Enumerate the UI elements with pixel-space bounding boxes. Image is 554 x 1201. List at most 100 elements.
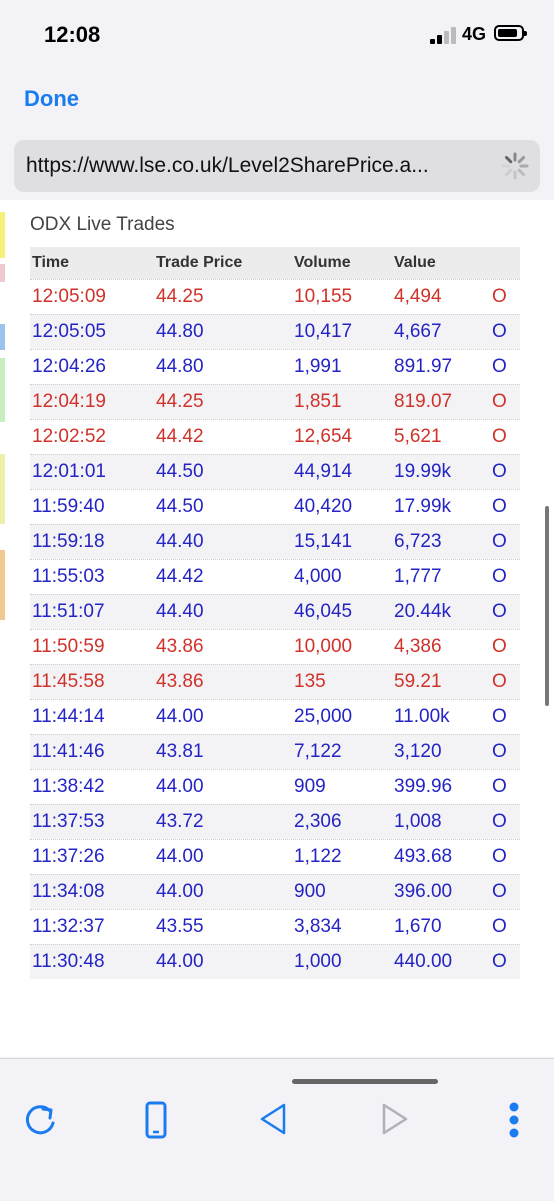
table-row: 11:45:58 43.86 135 59.21 O [30, 664, 520, 699]
trades-title: ODX Live Trades [30, 214, 175, 235]
trade-flag: O [492, 566, 507, 587]
done-button[interactable]: Done [24, 86, 79, 112]
trade-volume: 25,000 [294, 706, 353, 727]
trade-value: 1,777 [394, 566, 442, 587]
phone-icon[interactable] [136, 1099, 176, 1143]
trade-value: 6,723 [394, 531, 442, 552]
trade-volume: 1,851 [294, 391, 342, 412]
trade-time: 11:38:42 [32, 776, 105, 797]
trade-price: 44.00 [156, 776, 204, 797]
trade-volume: 7,122 [294, 741, 342, 762]
table-row: 11:38:42 44.00 909 399.96 O [30, 769, 520, 804]
table-row: 11:34:08 44.00 900 396.00 O [30, 874, 520, 909]
trade-volume: 10,155 [294, 286, 353, 307]
trade-volume: 1,000 [294, 951, 342, 972]
table-row: 11:50:59 43.86 10,000 4,386 O [30, 629, 520, 664]
trade-price: 44.50 [156, 461, 204, 482]
web-page[interactable]: ODX Live Trades Time Trade Price Volume … [0, 200, 554, 1057]
trade-price: 44.42 [156, 566, 204, 587]
trade-flag: O [492, 496, 507, 517]
trade-volume: 909 [294, 776, 326, 797]
table-row: 11:41:46 43.81 7,122 3,120 O [30, 734, 520, 769]
trade-flag: O [492, 706, 507, 727]
trade-price: 44.00 [156, 846, 204, 867]
trade-value: 11.00k [394, 706, 450, 727]
trade-value: 396.00 [394, 881, 453, 902]
trade-time: 11:45:58 [32, 671, 105, 692]
trade-value: 1,670 [394, 916, 442, 937]
forward-icon[interactable] [374, 1099, 414, 1143]
trade-flag: O [492, 671, 507, 692]
trade-time: 11:59:18 [32, 531, 105, 552]
trade-volume: 12,654 [294, 426, 353, 447]
trade-price: 44.80 [156, 321, 204, 342]
trade-volume: 10,417 [294, 321, 353, 342]
trade-flag: O [492, 601, 507, 622]
trade-price: 43.86 [156, 671, 204, 692]
table-row: 11:37:53 43.72 2,306 1,008 O [30, 804, 520, 839]
table-row: 12:04:26 44.80 1,991 891.97 O [30, 349, 520, 384]
trade-flag: O [492, 461, 507, 482]
loading-spinner-icon [501, 152, 529, 180]
trade-time: 11:51:07 [32, 601, 105, 622]
trade-time: 12:05:09 [32, 286, 106, 307]
trade-volume: 10,000 [294, 636, 353, 657]
table-row: 12:05:05 44.80 10,417 4,667 O [30, 314, 520, 349]
table-row: 11:44:14 44.00 25,000 11.00k O [30, 699, 520, 734]
status-time: 12:08 [44, 22, 101, 47]
trade-value: 5,621 [394, 426, 442, 447]
trade-time: 12:05:05 [32, 321, 106, 342]
trade-flag: O [492, 531, 507, 552]
trade-price: 43.81 [156, 741, 204, 762]
trade-time: 11:44:14 [32, 706, 105, 727]
url-bar[interactable]: https://www.lse.co.uk/Level2SharePrice.a… [14, 140, 540, 192]
trade-time: 12:01:01 [32, 461, 106, 482]
trade-price: 44.80 [156, 356, 204, 377]
back-icon[interactable] [254, 1099, 294, 1143]
trade-time: 11:37:26 [32, 846, 105, 867]
trade-time: 12:04:19 [32, 391, 106, 412]
header-value: Value [394, 254, 436, 271]
trade-volume: 4,000 [294, 566, 342, 587]
trade-time: 12:04:26 [32, 356, 106, 377]
left-color-strip [0, 200, 8, 620]
trade-flag: O [492, 916, 507, 937]
trade-flag: O [492, 426, 507, 447]
signal-icon [430, 26, 456, 44]
trade-volume: 40,420 [294, 496, 353, 517]
trade-value: 891.97 [394, 356, 453, 377]
trade-flag: O [492, 356, 507, 377]
battery-icon [494, 25, 527, 41]
status-bar: 12:08 4G [0, 0, 554, 70]
bottom-toolbar [0, 1058, 554, 1201]
trade-price: 44.25 [156, 391, 204, 412]
trade-volume: 46,045 [294, 601, 353, 622]
reload-icon[interactable] [20, 1099, 60, 1143]
trade-price: 44.50 [156, 496, 204, 517]
trade-volume: 3,834 [294, 916, 342, 937]
trade-volume: 1,991 [294, 356, 342, 377]
trade-value: 1,008 [394, 811, 442, 832]
trade-value: 4,667 [394, 321, 442, 342]
scrollbar[interactable] [545, 506, 549, 706]
trade-price: 44.00 [156, 706, 204, 727]
trade-flag: O [492, 811, 507, 832]
table-row: 11:59:18 44.40 15,141 6,723 O [30, 524, 520, 559]
trade-price: 44.42 [156, 426, 204, 447]
trade-time: 11:37:53 [32, 811, 105, 832]
trade-flag: O [492, 846, 507, 867]
trade-time: 11:34:08 [32, 881, 105, 902]
more-icon[interactable] [494, 1099, 534, 1143]
table-row: 12:01:01 44.50 44,914 19.99k O [30, 454, 520, 489]
trade-volume: 1,122 [294, 846, 342, 867]
table-row: 11:51:07 44.40 46,045 20.44k O [30, 594, 520, 629]
trade-value: 59.21 [394, 671, 442, 692]
table-row: 11:32:37 43.55 3,834 1,670 O [30, 909, 520, 944]
header-time: Time [32, 254, 70, 271]
trade-price: 43.72 [156, 811, 204, 832]
trade-time: 12:02:52 [32, 426, 106, 447]
trade-time: 11:50:59 [32, 636, 105, 657]
table-row: 12:02:52 44.42 12,654 5,621 O [30, 419, 520, 454]
trade-value: 4,494 [394, 286, 442, 307]
trade-flag: O [492, 321, 507, 342]
